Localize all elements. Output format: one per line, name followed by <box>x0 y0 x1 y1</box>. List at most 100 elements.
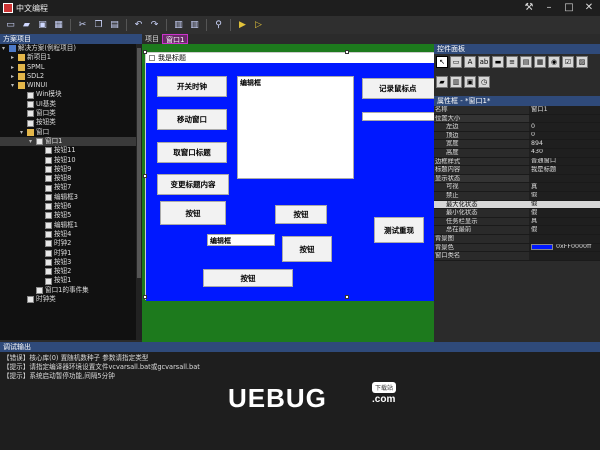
button-generic[interactable]: 按钮 <box>203 269 293 287</box>
new-file-icon[interactable]: ▭ <box>4 19 17 32</box>
tree-node[interactable]: ▸ 新项目1 <box>0 53 136 62</box>
grid-tool-icon[interactable]: ▥ <box>450 76 462 88</box>
checkbox-tool-icon[interactable]: ☑ <box>562 56 574 68</box>
property-row[interactable]: 最小化状态假 <box>434 209 600 218</box>
button-move-window[interactable]: 移动窗口 <box>157 109 227 130</box>
color-swatch[interactable] <box>531 244 553 251</box>
property-value[interactable] <box>529 114 600 123</box>
property-value[interactable]: 0xFF0000ff <box>529 243 600 252</box>
property-value[interactable]: 0 <box>529 123 600 131</box>
expand-arrow-icon[interactable]: ▾ <box>29 137 36 146</box>
form-body[interactable]: 开关时钟 移动窗口 取窗口标题 变更标题内容 按钮 编辑框 记录鼠标点 按钮 测… <box>146 63 442 301</box>
scrollbar-thumb[interactable] <box>137 48 141 278</box>
button-record-mouse[interactable]: 记录鼠标点 <box>362 78 442 99</box>
property-row[interactable]: 边框样式 普通窗口 <box>434 157 600 167</box>
settings-icon[interactable]: ⚒ <box>519 2 539 14</box>
frame-tool-icon[interactable]: ▭ <box>450 56 462 68</box>
tree-node[interactable]: 时钟2 <box>0 239 136 248</box>
button-tool-icon[interactable]: ▬ <box>492 56 504 68</box>
property-value[interactable]: 我是标题 <box>529 166 600 174</box>
table-tool-icon[interactable]: ▦ <box>534 56 546 68</box>
tree-node[interactable]: ▾ 解决方案(例程项目) <box>0 44 136 53</box>
property-row[interactable]: 禁止假 <box>434 191 600 201</box>
open-folder-icon[interactable]: ▰ <box>20 19 33 32</box>
property-row[interactable]: 背景色 0xFF0000ff <box>434 243 600 253</box>
property-value[interactable]: 假 <box>529 200 600 209</box>
property-row[interactable]: 背景图 <box>434 234 600 244</box>
tree-node[interactable]: 按钮类 <box>0 118 136 127</box>
tree-node[interactable]: Win模块 <box>0 90 136 99</box>
property-value[interactable]: 真 <box>529 217 600 226</box>
pointer-tool-icon[interactable]: ↖ <box>436 56 448 68</box>
property-grid[interactable]: 名称 窗口1 位置大小 左边 0 顶边 0 宽度 894 高度 430 边框样式 普通窗口 标题内容 我是标… <box>434 106 600 261</box>
tab-project[interactable]: 项目 <box>142 34 162 44</box>
panel-tool-icon[interactable]: ▣ <box>464 76 476 88</box>
property-value[interactable]: 430 <box>529 148 600 157</box>
property-row[interactable]: 顶边 0 <box>434 131 600 141</box>
tree-node[interactable]: 按钮4 <box>0 230 136 239</box>
tree-node[interactable]: 时钟类 <box>0 295 136 304</box>
property-value[interactable]: 894 <box>529 140 600 148</box>
tree-node[interactable]: 窗口1的事件集 <box>0 286 136 295</box>
cut-icon[interactable]: ✂ <box>76 19 89 32</box>
copy-icon[interactable]: ❐ <box>92 19 105 32</box>
property-row[interactable]: 任务栏显示真 <box>434 217 600 227</box>
property-row[interactable]: 可视真 <box>434 183 600 192</box>
tab-window1[interactable]: 窗口1 <box>162 34 189 44</box>
property-row[interactable]: 名称 窗口1 <box>434 106 600 115</box>
form-designer[interactable]: 我是标题 开关时钟 移动窗口 取窗口标题 变更标题内容 按钮 编辑框 记录鼠标点… <box>145 52 442 301</box>
folder-tool-icon[interactable]: ▰ <box>436 76 448 88</box>
tree-node[interactable]: 按钮10 <box>0 156 136 165</box>
tree-node[interactable]: ▾ WINUI <box>0 81 136 90</box>
tree-node[interactable]: 编辑框3 <box>0 193 136 202</box>
edit-box-line[interactable]: 编辑框 <box>207 234 275 246</box>
tree-node[interactable]: ▸ SPML <box>0 63 136 72</box>
property-value[interactable]: 假 <box>529 226 600 234</box>
step-icon[interactable]: ▷ <box>252 19 265 32</box>
button-generic[interactable]: 按钮 <box>282 236 332 262</box>
tree-node[interactable]: 按钮7 <box>0 183 136 192</box>
clock-tool-icon[interactable]: ◷ <box>478 76 490 88</box>
property-row[interactable]: 显示状态 <box>434 174 600 184</box>
tree-node[interactable]: 时钟1 <box>0 249 136 258</box>
expand-arrow-icon[interactable]: ▾ <box>20 128 27 137</box>
image-tool-icon[interactable]: ▨ <box>576 56 588 68</box>
close-button[interactable]: ✕ <box>579 2 599 14</box>
resize-handle[interactable] <box>143 295 147 299</box>
property-value[interactable]: 真 <box>529 183 600 191</box>
property-value[interactable] <box>529 252 600 260</box>
find-icon[interactable]: ⚲ <box>212 19 225 32</box>
tree-node[interactable]: ▾ 窗口1 <box>0 136 136 147</box>
resize-handle[interactable] <box>143 50 147 54</box>
property-value[interactable]: 假 <box>529 191 600 200</box>
project-tree[interactable]: ▾ 解决方案(例程项目) ▸ 新项目1 ▸ SPML ▸ SDL2 ▾ WINUI Win模块 UI基… <box>0 44 136 340</box>
tree-node[interactable]: 按钮3 <box>0 258 136 267</box>
property-value[interactable]: 窗口1 <box>529 106 600 114</box>
run-icon[interactable]: ▶ <box>236 19 249 32</box>
property-value[interactable] <box>529 174 600 183</box>
button-change-title[interactable]: 变更标题内容 <box>157 174 229 195</box>
tree-node[interactable]: ▸ SDL2 <box>0 72 136 81</box>
button-test-replay[interactable]: 测试重现 <box>374 217 424 243</box>
edit-box-multiline[interactable]: 编辑框 <box>237 76 354 179</box>
design-canvas[interactable]: 我是标题 开关时钟 移动窗口 取窗口标题 变更标题内容 按钮 编辑框 记录鼠标点… <box>142 44 442 342</box>
property-row[interactable]: 左边 0 <box>434 123 600 132</box>
paste-icon[interactable]: ▤ <box>108 19 121 32</box>
button-toggle-clock[interactable]: 开关时钟 <box>157 76 227 97</box>
tree-node[interactable]: UI基类 <box>0 100 136 109</box>
property-row[interactable]: 高度 430 <box>434 148 600 158</box>
undo-icon[interactable]: ↶ <box>132 19 145 32</box>
edit-box-small[interactable] <box>362 112 442 121</box>
tree-node[interactable]: ▾ 窗口 <box>0 128 136 137</box>
redo-icon[interactable]: ↷ <box>148 19 161 32</box>
tree-node[interactable]: 窗口类 <box>0 109 136 118</box>
property-value[interactable] <box>529 234 600 243</box>
expand-arrow-icon[interactable]: ▾ <box>2 44 9 53</box>
property-value[interactable]: 0 <box>529 131 600 140</box>
button-get-title[interactable]: 取窗口标题 <box>157 142 227 163</box>
property-row[interactable]: 窗口类名 <box>434 252 600 261</box>
property-row[interactable]: 宽度 894 <box>434 140 600 149</box>
label-tool-icon[interactable]: A <box>464 56 476 68</box>
expand-arrow-icon[interactable]: ▸ <box>11 53 18 62</box>
button-generic[interactable]: 按钮 <box>275 205 327 224</box>
